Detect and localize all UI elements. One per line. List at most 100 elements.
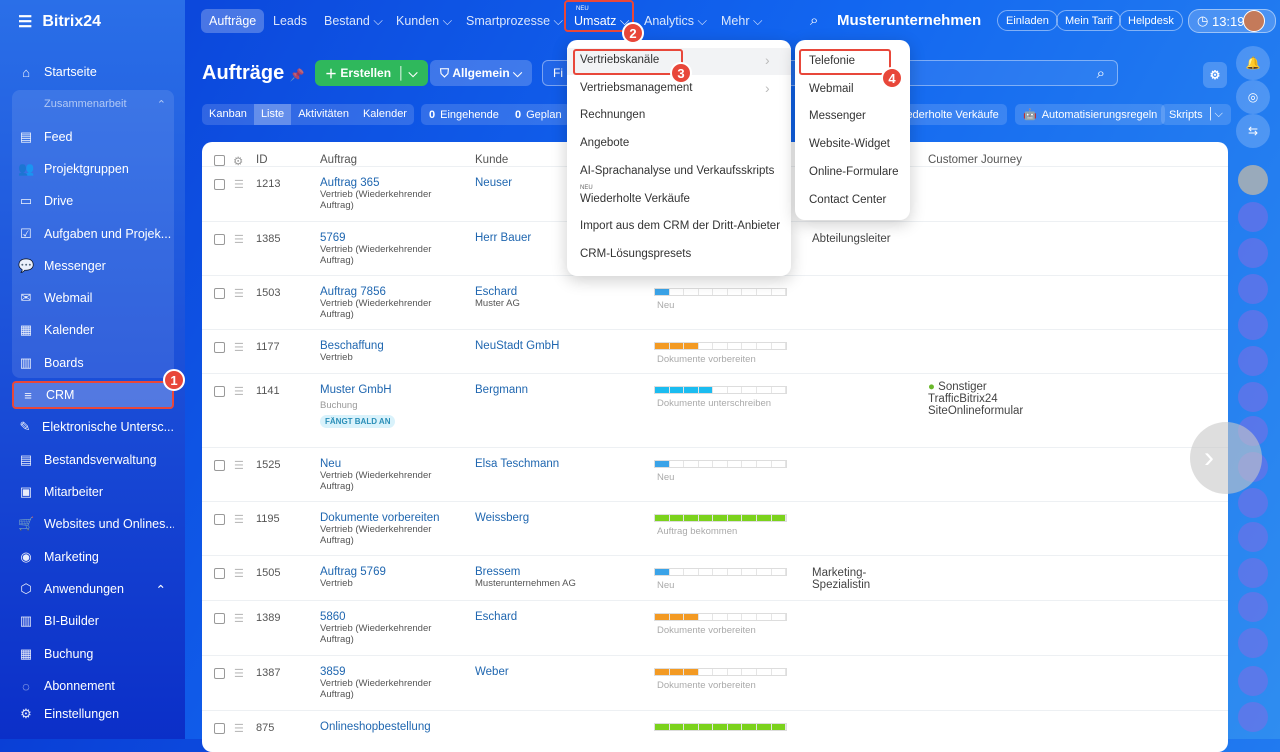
sidebar-item[interactable]: ▤ Feed [12, 123, 174, 151]
client-link[interactable]: Weber [475, 666, 605, 678]
stage-progress[interactable] [654, 723, 787, 731]
recent-chat-avatar[interactable] [1238, 592, 1268, 622]
deal-link[interactable]: 3859 [320, 666, 450, 678]
client-link[interactable]: Weissberg [475, 512, 605, 524]
avatar[interactable] [1243, 10, 1265, 32]
umsatz-menu-item[interactable]: NEU Wiederholte Verkäufe [580, 185, 690, 205]
sidebar-item[interactable]: ▣ Mitarbeiter [12, 478, 174, 506]
helpdesk-button[interactable]: Helpdesk [1119, 10, 1183, 31]
col-customer-journey[interactable]: Customer Journey [928, 154, 1022, 166]
scripts-button[interactable]: Skripts │⌵ [1161, 104, 1231, 125]
bell-icon[interactable]: 🔔 [1236, 46, 1270, 80]
recent-chat-avatar[interactable] [1238, 628, 1268, 658]
row-checkbox[interactable] [214, 514, 225, 525]
row-checkbox[interactable] [214, 386, 225, 397]
drag-handle-icon[interactable]: ☰ [234, 287, 244, 300]
topnav-item[interactable]: Kunden ⌵ [388, 9, 460, 33]
tab-calendar[interactable]: Kalender [356, 104, 414, 125]
filter-preset-button[interactable]: ⛉ Allgemein ⌵ [430, 60, 533, 86]
deal-link[interactable]: Onlineshopbestellung [320, 721, 450, 733]
row-checkbox[interactable] [214, 342, 225, 353]
recent-chat-avatar[interactable] [1238, 238, 1268, 268]
row-checkbox[interactable] [214, 668, 225, 679]
recent-chat-avatar[interactable] [1238, 346, 1268, 376]
client-link[interactable]: Bressem [475, 566, 605, 578]
client-link[interactable]: Eschard [475, 286, 605, 298]
chat-icon[interactable]: ⇆ [1236, 114, 1270, 148]
recent-chat-avatar[interactable] [1238, 558, 1268, 588]
stage-progress[interactable] [654, 514, 787, 522]
row-checkbox[interactable] [214, 613, 225, 624]
col-client[interactable]: Kunde [475, 154, 508, 166]
company-name[interactable]: Musterunternehmen [837, 12, 981, 29]
recent-chat-avatar[interactable] [1238, 522, 1268, 552]
umsatz-menu-item[interactable]: Rechnungen [580, 109, 645, 121]
umsatz-menu-item[interactable]: Angebote [580, 137, 629, 149]
deal-link[interactable]: Muster GmbH [320, 384, 450, 396]
settings-button[interactable]: ⚙ [1203, 62, 1227, 88]
drag-handle-icon[interactable]: ☰ [234, 612, 244, 625]
automation-rules-button[interactable]: 🤖 Automatisierungsregeln [1015, 104, 1166, 125]
row-checkbox[interactable] [214, 179, 225, 190]
drag-handle-icon[interactable]: ☰ [234, 667, 244, 680]
recent-chat-avatar[interactable] [1238, 382, 1268, 412]
row-checkbox[interactable] [214, 460, 225, 471]
drag-handle-icon[interactable]: ☰ [234, 513, 244, 526]
search-icon[interactable]: ⌕ [810, 12, 818, 29]
topnav-item[interactable]: Smartprozesse ⌵ [458, 9, 571, 33]
invite-button[interactable]: Einladen [997, 10, 1058, 31]
drag-handle-icon[interactable]: ☰ [234, 385, 244, 398]
create-button[interactable]: ＋ Erstellen │ ⌵ [315, 60, 428, 86]
menu-icon[interactable]: ☰ [18, 12, 32, 32]
sidebar-item[interactable]: 🛒 Websites und Onlines... [12, 510, 174, 538]
channel-menu-item[interactable]: Contact Center [809, 194, 886, 206]
select-all-checkbox[interactable] [214, 155, 225, 166]
recent-chat-avatar[interactable] [1238, 666, 1268, 696]
pin-icon[interactable]: 📌 [290, 68, 305, 82]
my-plan-button[interactable]: Mein Tarif [1056, 10, 1122, 31]
recent-chat-avatar[interactable] [1238, 310, 1268, 340]
client-link[interactable]: Eschard [475, 611, 605, 623]
recent-chat-avatar[interactable] [1238, 274, 1268, 304]
stage-progress[interactable] [654, 613, 787, 621]
search-icon[interactable]: ⌕ [1097, 65, 1105, 82]
recent-chat-avatar[interactable] [1238, 202, 1268, 232]
row-checkbox[interactable] [214, 568, 225, 579]
stage-progress[interactable] [654, 460, 787, 468]
logo[interactable]: ☰ Bitrix24 [18, 12, 101, 32]
channel-menu-item[interactable]: Webmail [809, 83, 854, 95]
sidebar-item[interactable]: ✉ Webmail [12, 284, 174, 312]
sidebar-item[interactable]: ◌ Abonnement [12, 672, 174, 700]
drag-handle-icon[interactable]: ☰ [234, 722, 244, 735]
deal-link[interactable]: 5860 [320, 611, 450, 623]
row-checkbox[interactable] [214, 234, 225, 245]
tab-activities[interactable]: Aktivitäten [291, 104, 356, 125]
deal-link[interactable]: Beschaffung [320, 340, 450, 352]
topnav-item[interactable]: Aufträge [201, 9, 265, 33]
recent-chat-avatar[interactable] [1238, 488, 1268, 518]
sidebar-item[interactable]: Zusammenarbeit ⌃ [12, 90, 174, 118]
stage-progress[interactable] [654, 568, 787, 576]
umsatz-menu-item[interactable]: AI-Sprachanalyse und Verkaufsskripts [580, 165, 774, 177]
umsatz-menu-item[interactable]: CRM-Lösungspresets [580, 248, 691, 260]
stage-progress[interactable] [654, 386, 787, 394]
sidebar-item[interactable]: ▦ Kalender [12, 316, 174, 344]
drag-handle-icon[interactable]: ☰ [234, 178, 244, 191]
sidebar-item[interactable]: ☑ Aufgaben und Projek... [12, 220, 174, 248]
drag-handle-icon[interactable]: ☰ [234, 233, 244, 246]
sidebar-item[interactable]: ◉ Marketing [12, 543, 174, 571]
sidebar-item[interactable]: 👥 Projektgruppen [12, 155, 174, 183]
col-deal[interactable]: Auftrag [320, 154, 357, 166]
counter-incoming[interactable]: 0 Eingehende 0 Geplan [421, 104, 571, 125]
chevron-icon[interactable]: ⌃ [156, 582, 166, 597]
tab-list[interactable]: Liste [253, 104, 292, 125]
deal-link[interactable]: Neu [320, 458, 450, 470]
sidebar-item[interactable]: ⌂ Startseite [12, 58, 174, 86]
topnav-item[interactable]: Bestand ⌵ [316, 9, 391, 33]
col-id[interactable]: ID [256, 154, 268, 166]
sidebar-item[interactable]: ▭ Drive [12, 187, 174, 215]
stage-progress[interactable] [654, 288, 787, 296]
deal-link[interactable]: Auftrag 7856 [320, 286, 450, 298]
stage-progress[interactable] [654, 342, 787, 350]
umsatz-menu-item[interactable]: Import aus dem CRM der Dritt-Anbieter [580, 220, 780, 232]
